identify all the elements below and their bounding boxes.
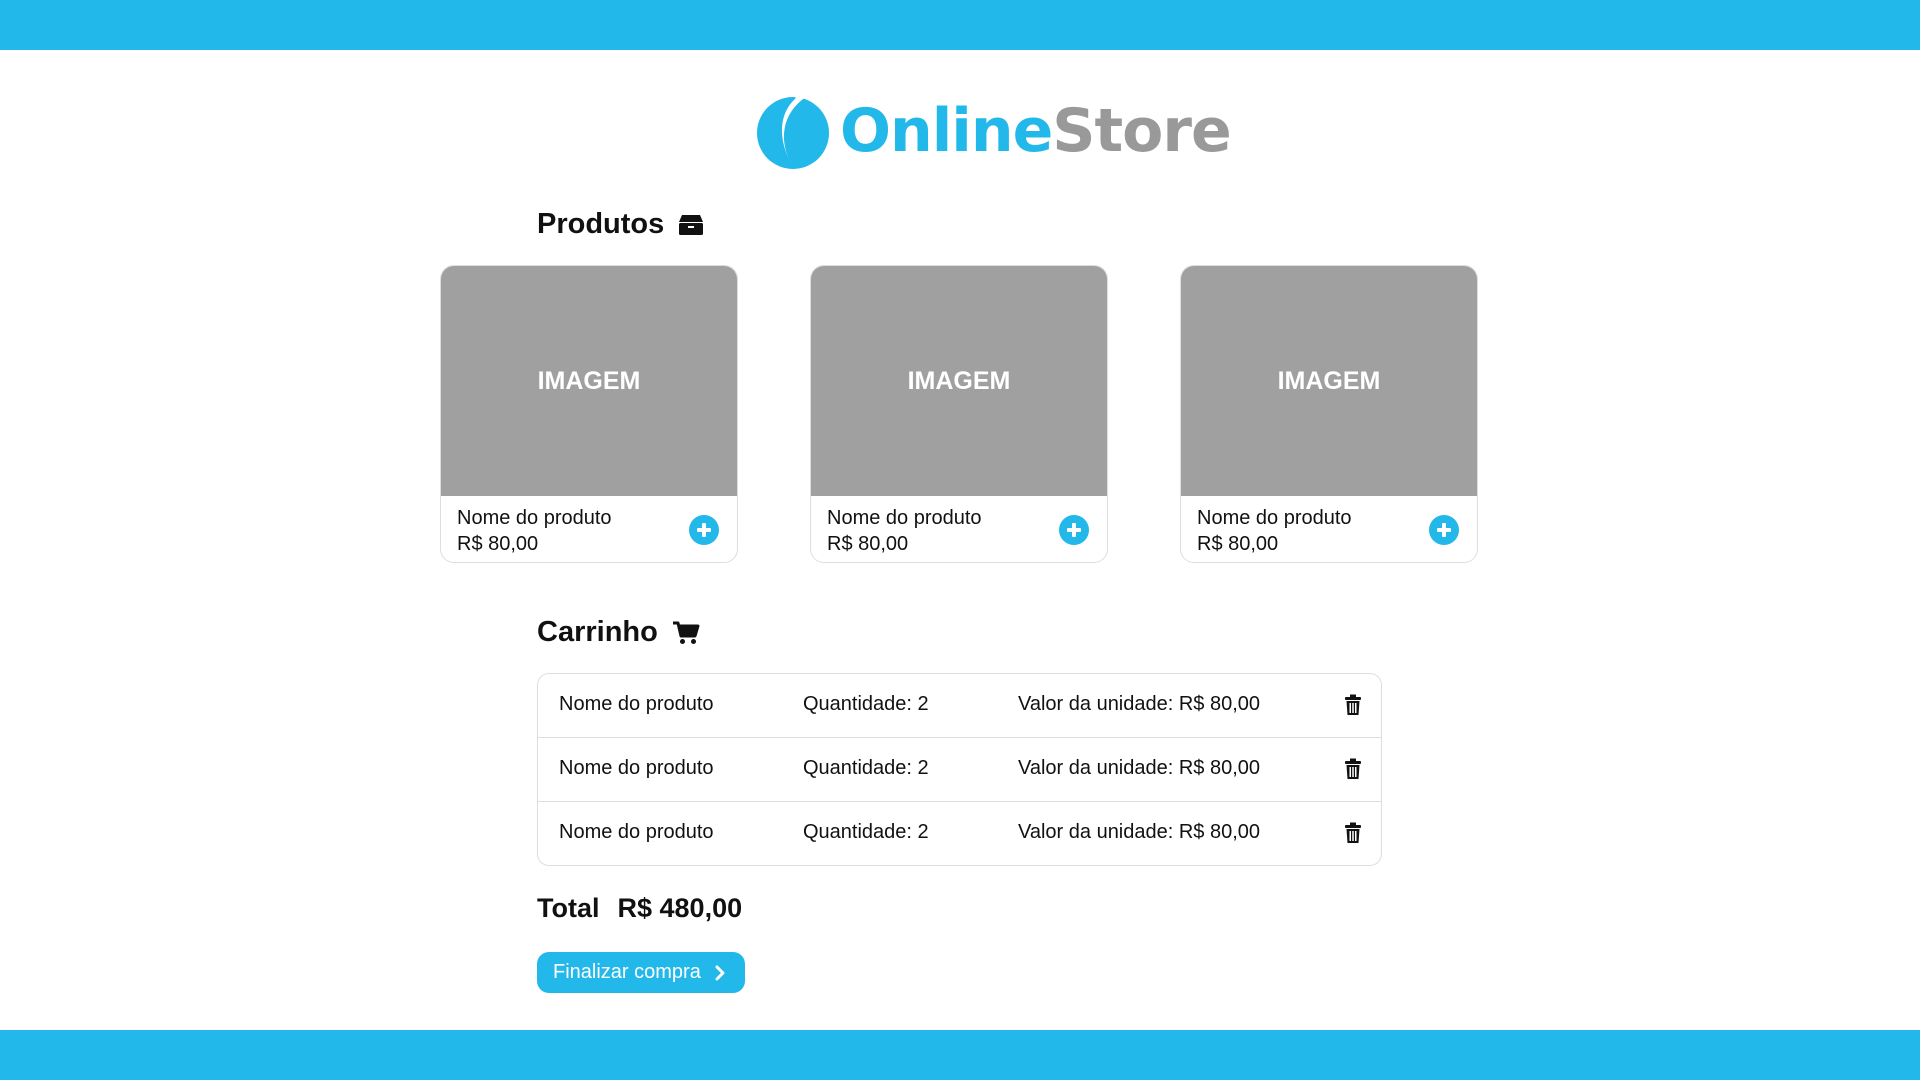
cart-item-name: Nome do produto xyxy=(559,693,714,715)
brand-name-first: Online xyxy=(840,96,1053,166)
trash-icon[interactable] xyxy=(1345,758,1361,780)
add-to-cart-button[interactable] xyxy=(689,515,719,545)
cart-item-unit-value: Valor da unidade: R$ 80,00 xyxy=(1018,757,1261,779)
logo-icon xyxy=(757,92,829,169)
cart-table: Nome do produto Quantidade: 2 Valor da u… xyxy=(537,673,1382,866)
product-price: R$ 80,00 xyxy=(827,533,909,555)
product-image: IMAGEM xyxy=(811,266,1107,496)
chevron-right-icon xyxy=(715,965,725,980)
brand-name-second: Store xyxy=(1052,96,1231,166)
product-image: IMAGEM xyxy=(1181,266,1477,496)
cart-item-quantity: Quantidade: 2 xyxy=(803,757,929,779)
product-image: IMAGEM xyxy=(441,266,737,496)
plus-icon xyxy=(1437,523,1451,537)
plus-icon xyxy=(1067,523,1081,537)
trash-icon[interactable] xyxy=(1345,822,1361,844)
cart-title: Carrinho xyxy=(537,616,658,648)
product-name: Nome do produto xyxy=(1197,507,1352,529)
image-placeholder-label: IMAGEM xyxy=(537,366,641,395)
products-heading: Produtos xyxy=(537,208,704,241)
cart-item-quantity: Quantidade: 2 xyxy=(803,693,929,715)
product-price: R$ 80,00 xyxy=(457,533,539,555)
image-placeholder-label: IMAGEM xyxy=(1277,366,1381,395)
cart-icon xyxy=(672,621,700,644)
trash-icon[interactable] xyxy=(1345,694,1361,716)
cart-total: Total R$ 480,00 xyxy=(537,893,742,924)
cart-row: Nome do produto Quantidade: 2 Valor da u… xyxy=(538,674,1381,737)
bottom-bar xyxy=(0,1030,1920,1080)
cart-item-unit-value: Valor da unidade: R$ 80,00 xyxy=(1018,693,1261,715)
product-name: Nome do produto xyxy=(457,507,612,529)
checkout-button[interactable]: Finalizar compra xyxy=(537,952,745,993)
product-card: IMAGEM Nome do produto R$ 80,00 xyxy=(1180,265,1478,563)
product-info: Nome do produto R$ 80,00 xyxy=(1181,496,1477,562)
top-bar xyxy=(0,0,1920,50)
logo: OnlineStore xyxy=(756,90,1232,172)
box-icon xyxy=(679,214,704,235)
product-card: IMAGEM Nome do produto R$ 80,00 xyxy=(810,265,1108,563)
product-info: Nome do produto R$ 80,00 xyxy=(441,496,737,562)
cart-row: Nome do produto Quantidade: 2 Valor da u… xyxy=(538,801,1381,865)
cart-heading: Carrinho xyxy=(537,616,700,649)
cart-item-name: Nome do produto xyxy=(559,757,714,779)
total-value: R$ 480,00 xyxy=(617,893,743,923)
product-price: R$ 80,00 xyxy=(1197,533,1279,555)
plus-icon xyxy=(697,523,711,537)
add-to-cart-button[interactable] xyxy=(1059,515,1089,545)
product-name: Nome do produto xyxy=(827,507,982,529)
product-card: IMAGEM Nome do produto R$ 80,00 xyxy=(440,265,738,563)
products-title: Produtos xyxy=(537,208,665,240)
add-to-cart-button[interactable] xyxy=(1429,515,1459,545)
brand-name: OnlineStore xyxy=(840,101,1232,161)
product-info: Nome do produto R$ 80,00 xyxy=(811,496,1107,562)
checkout-label: Finalizar compra xyxy=(553,961,701,983)
cart-row: Nome do produto Quantidade: 2 Valor da u… xyxy=(538,737,1381,801)
cart-item-name: Nome do produto xyxy=(559,821,714,843)
image-placeholder-label: IMAGEM xyxy=(907,366,1011,395)
cart-item-unit-value: Valor da unidade: R$ 80,00 xyxy=(1018,821,1261,843)
cart-item-quantity: Quantidade: 2 xyxy=(803,821,929,843)
total-label: Total xyxy=(537,893,600,923)
